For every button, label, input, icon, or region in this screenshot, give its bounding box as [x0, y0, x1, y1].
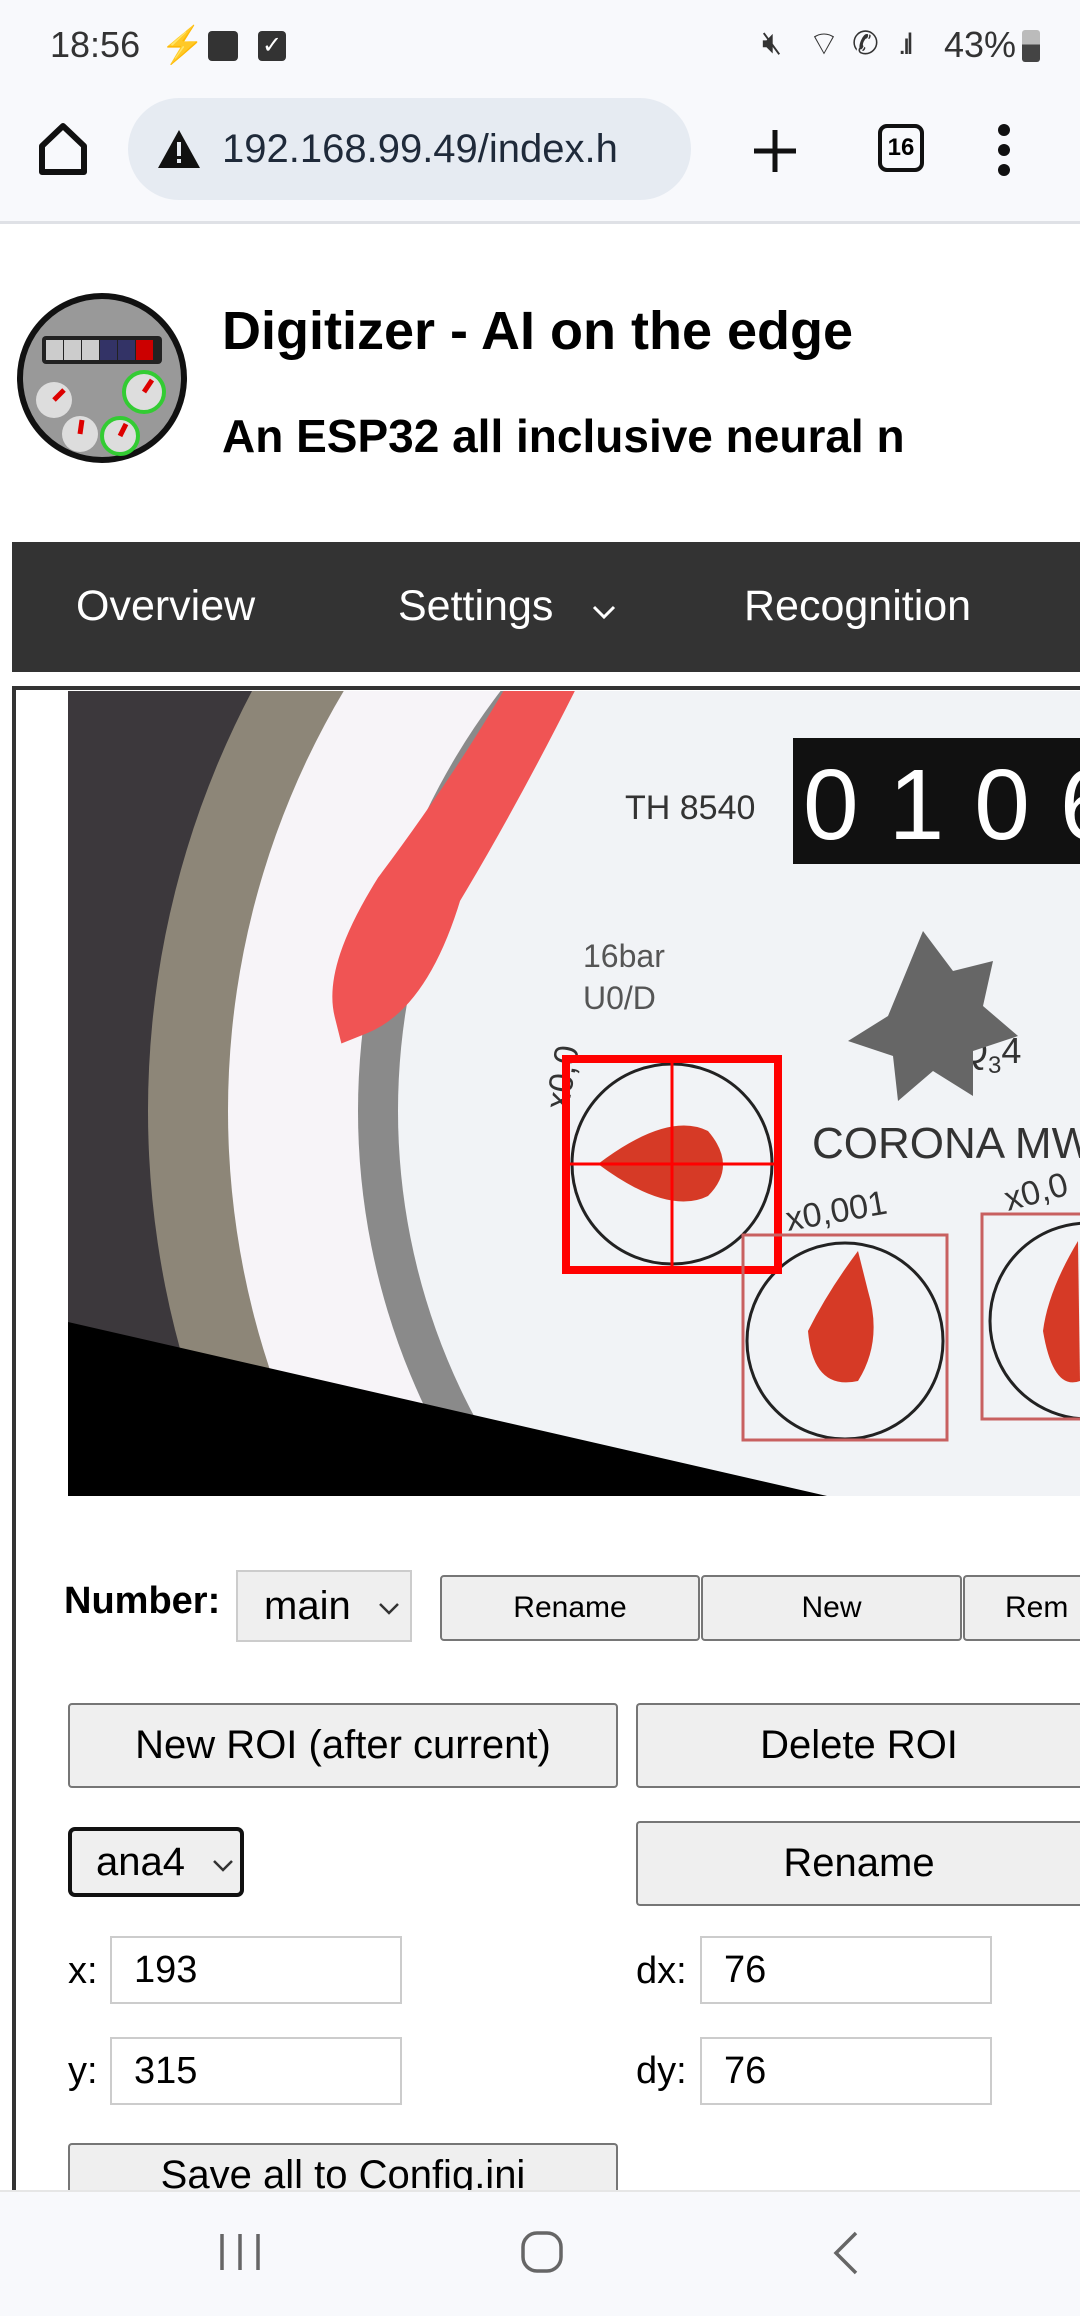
clock: 18:56 [50, 24, 141, 65]
wifi-icon: ⌔ [808, 25, 840, 63]
button-label: Delete ROI [760, 1723, 958, 1767]
chevron-down-icon [379, 1603, 399, 1615]
address-bar[interactable]: 192.168.99.49/index.h [128, 98, 691, 200]
tab-count: 16 [887, 134, 915, 161]
more-options-icon[interactable] [996, 124, 1012, 176]
battery-icon [1022, 30, 1040, 62]
pressure-label: 16bar [583, 938, 665, 974]
signal-icon: .ıl [898, 28, 913, 61]
roi-select-value: ana4 [96, 1839, 185, 1884]
button-label: Rem [1005, 1591, 1069, 1624]
recent-apps-icon[interactable] [218, 2232, 262, 2272]
nav-settings[interactable]: Settings [398, 582, 553, 631]
logo [17, 293, 187, 463]
flash-icon: ⚡ [160, 24, 205, 65]
q-sub: 3 [988, 1052, 1001, 1079]
home-icon[interactable] [38, 122, 88, 176]
counter-digits: 0106 [803, 749, 1080, 861]
button-label: Rename [513, 1591, 627, 1624]
wifi-call-icon: ✆ [852, 25, 879, 61]
rename-roi-button[interactable]: Rename [636, 1821, 1080, 1906]
y-label: y: [68, 2050, 98, 2092]
y-input[interactable]: 315 [110, 2037, 402, 2105]
home-button-icon[interactable] [520, 2230, 564, 2274]
button-label: New ROI (after current) [135, 1723, 551, 1767]
delete-roi-button[interactable]: Delete ROI [636, 1703, 1080, 1788]
system-nav-bar [0, 2190, 1080, 2316]
battery-level: 43% [944, 24, 1017, 65]
camera-image[interactable]: 0106 TH 8540 16bar U0/D Q34 CORONA MW x0… [68, 691, 1080, 1496]
url-text[interactable]: 192.168.99.49/index.h [222, 127, 618, 172]
warning-icon[interactable] [156, 128, 202, 170]
number-select-value: main [264, 1583, 351, 1628]
roi-select[interactable]: ana4 [68, 1827, 244, 1897]
button-label: Rename [783, 1841, 935, 1885]
chevron-down-icon [213, 1860, 233, 1872]
x-label: x: [68, 1950, 98, 1992]
dy-input[interactable]: 76 [700, 2037, 992, 2105]
dy-value: 76 [724, 2049, 767, 2092]
number-select[interactable]: main [236, 1570, 412, 1642]
x-value: 193 [134, 1948, 198, 1991]
status-bar: 18:56 ⚡ ✓ 🔇︎ ⌔ ✆ .ıl 43% [0, 0, 1080, 90]
dx-label: dx: [636, 1950, 687, 1992]
page-subtitle: An ESP32 all inclusive neural n [222, 410, 905, 462]
dx-input[interactable]: 76 [700, 1936, 992, 2004]
nav-overview[interactable]: Overview [76, 582, 255, 631]
nav-recognition[interactable]: Recognition [744, 582, 971, 631]
new-tab-icon[interactable] [752, 128, 798, 174]
class-label: U0/D [583, 980, 656, 1016]
button-label: New [801, 1591, 862, 1624]
mute-icon: 🔇︎ [762, 24, 783, 60]
browser-toolbar: 192.168.99.49/index.h 16 [0, 90, 1080, 224]
image-icon [208, 31, 238, 61]
dx-value: 76 [724, 1948, 767, 1991]
model-label: TH 8540 [625, 789, 755, 827]
number-label: Number: [64, 1580, 221, 1622]
new-number-button[interactable]: New [701, 1575, 962, 1641]
brand-label: CORONA MW [812, 1119, 1080, 1168]
checkbox-icon: ✓ [258, 31, 286, 61]
rename-number-button[interactable]: Rename [440, 1575, 700, 1641]
x-input[interactable]: 193 [110, 1936, 402, 2004]
tab-switcher-button[interactable]: 16 [878, 124, 924, 172]
chevron-down-icon[interactable] [592, 604, 616, 620]
main-nav: Overview Settings Recognition [12, 542, 1080, 672]
remove-number-button[interactable]: Rem [963, 1575, 1080, 1641]
y-value: 315 [134, 2049, 198, 2092]
page-title: Digitizer - AI on the edge [222, 301, 854, 361]
dy-label: dy: [636, 2050, 687, 2092]
back-icon[interactable] [830, 2230, 860, 2276]
new-roi-button[interactable]: New ROI (after current) [68, 1703, 618, 1788]
save-config-button[interactable]: Save all to Config.ini [68, 2143, 618, 2197]
